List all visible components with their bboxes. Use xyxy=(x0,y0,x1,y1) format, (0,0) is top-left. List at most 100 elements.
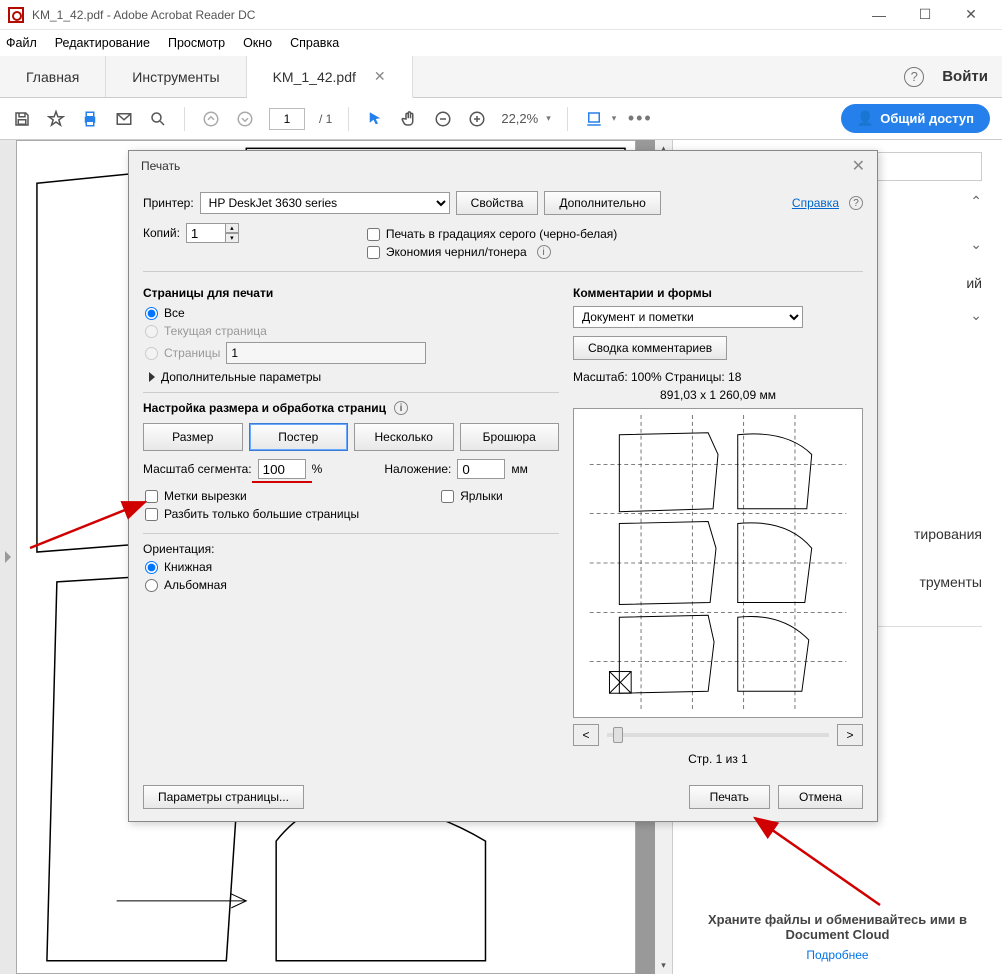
share-button[interactable]: 👤 Общий доступ xyxy=(841,104,990,133)
comments-select[interactable]: Документ и пометки xyxy=(573,306,803,328)
portrait-radio[interactable] xyxy=(145,561,158,574)
zoom-in-icon[interactable] xyxy=(467,109,487,129)
star-icon[interactable] xyxy=(46,109,66,129)
grayscale-checkbox[interactable] xyxy=(367,228,380,241)
pages-all-radio[interactable] xyxy=(145,307,158,320)
collapse-up-icon[interactable]: ⌃ xyxy=(970,193,982,210)
help-icon[interactable]: ? xyxy=(849,196,863,210)
menu-window[interactable]: Окно xyxy=(243,36,272,50)
cancel-button[interactable]: Отмена xyxy=(778,785,863,809)
labels-checkbox[interactable] xyxy=(441,490,454,503)
scale-info-label: Масштаб: 100% Страницы: 18 xyxy=(573,370,863,384)
menu-view[interactable]: Просмотр xyxy=(168,36,225,50)
cut-marks-checkbox[interactable] xyxy=(145,490,158,503)
preview-page-label: Стр. 1 из 1 xyxy=(573,752,863,766)
sizing-help-icon[interactable]: i xyxy=(394,401,408,415)
pages-range-input[interactable] xyxy=(226,342,426,364)
page-number-input[interactable] xyxy=(269,108,305,130)
hand-icon[interactable] xyxy=(399,109,419,129)
tab-tools[interactable]: Инструменты xyxy=(106,56,246,97)
dialog-titlebar: Печать ✕ xyxy=(129,151,877,181)
copies-down[interactable]: ▾ xyxy=(225,233,239,243)
printer-label: Принтер: xyxy=(143,196,194,210)
pointer-icon[interactable] xyxy=(365,109,385,129)
scroll-down-icon[interactable]: ▾ xyxy=(655,957,672,974)
menu-edit[interactable]: Редактирование xyxy=(55,36,150,50)
search-icon[interactable] xyxy=(148,109,168,129)
page-setup-button[interactable]: Параметры страницы... xyxy=(143,785,304,809)
comments-group-title: Комментарии и формы xyxy=(573,286,863,300)
landscape-radio[interactable] xyxy=(145,579,158,592)
preview-prev-button[interactable]: < xyxy=(573,724,599,746)
grayscale-label: Печать в градациях серого (черно-белая) xyxy=(386,227,617,241)
overlap-label: Наложение: xyxy=(384,462,451,476)
menu-file[interactable]: Файл xyxy=(6,36,37,50)
summary-button[interactable]: Сводка комментариев xyxy=(573,336,727,360)
save-icon[interactable] xyxy=(12,109,32,129)
share-user-icon: 👤 xyxy=(857,110,874,127)
app-icon xyxy=(8,7,24,23)
triangle-right-icon xyxy=(149,372,155,382)
properties-button[interactable]: Свойства xyxy=(456,191,539,215)
close-tab-icon[interactable]: ✕ xyxy=(374,68,386,85)
help-link[interactable]: Справка xyxy=(792,196,839,210)
dialog-close-icon[interactable]: ✕ xyxy=(852,156,865,176)
save-ink-label: Экономия чернил/тонера xyxy=(386,245,527,259)
fit-width-icon[interactable] xyxy=(584,109,604,129)
preview-slider[interactable] xyxy=(607,733,829,737)
chevron-down-icon[interactable]: ⌄ xyxy=(970,307,982,324)
close-button[interactable]: ✕ xyxy=(948,0,994,30)
poster-button[interactable]: Постер xyxy=(249,423,349,451)
size-button[interactable]: Размер xyxy=(143,423,243,451)
minimize-button[interactable]: — xyxy=(856,0,902,30)
tab-document[interactable]: KM_1_42.pdf ✕ xyxy=(247,56,413,98)
window-title: KM_1_42.pdf - Adobe Acrobat Reader DC xyxy=(32,8,255,22)
signin-button[interactable]: Войти xyxy=(942,68,988,85)
zoom-out-icon[interactable] xyxy=(433,109,453,129)
save-ink-help-icon[interactable]: i xyxy=(537,245,551,259)
collapse-down-icon[interactable]: ⌄ xyxy=(970,236,982,253)
segment-scale-label: Масштаб сегмента: xyxy=(143,462,252,476)
print-button[interactable]: Печать xyxy=(689,785,770,809)
page-down-icon[interactable] xyxy=(235,109,255,129)
booklet-button[interactable]: Брошюра xyxy=(460,423,560,451)
print-preview xyxy=(573,408,863,718)
tabbar: Главная Инструменты KM_1_42.pdf ✕ ? Войт… xyxy=(0,56,1002,98)
maximize-button[interactable]: ☐ xyxy=(902,0,948,30)
orientation-label: Ориентация: xyxy=(143,542,559,556)
pages-group-title: Страницы для печати xyxy=(143,286,559,300)
fit-dropdown-icon[interactable]: ▾ xyxy=(612,113,617,124)
window-titlebar: KM_1_42.pdf - Adobe Acrobat Reader DC — … xyxy=(0,0,1002,30)
zoom-level-label[interactable]: 22,2% xyxy=(501,111,538,126)
copies-up[interactable]: ▴ xyxy=(225,223,239,233)
copies-input[interactable] xyxy=(186,223,226,243)
sizing-group-title: Настройка размера и обработка страниц xyxy=(143,401,386,415)
segment-scale-input[interactable] xyxy=(258,459,306,479)
menu-help[interactable]: Справка xyxy=(290,36,339,50)
cloud-learn-more-link[interactable]: Подробнее xyxy=(693,948,982,962)
advanced-button[interactable]: Дополнительно xyxy=(544,191,660,215)
zoom-dropdown-icon[interactable]: ▾ xyxy=(546,113,551,124)
more-icon[interactable]: ••• xyxy=(630,109,650,129)
left-panel-toggle[interactable] xyxy=(0,140,16,974)
tab-home[interactable]: Главная xyxy=(0,56,106,97)
pages-current-radio xyxy=(145,325,158,338)
more-options-expand[interactable]: Дополнительные параметры xyxy=(149,370,559,384)
cloud-promo-text: Храните файлы и обменивайтесь ими в Docu… xyxy=(693,912,982,942)
toolbar: / 1 22,2% ▾ ▾ ••• 👤 Общий доступ xyxy=(0,98,1002,140)
overlap-input[interactable] xyxy=(457,459,505,479)
large-only-checkbox[interactable] xyxy=(145,508,158,521)
preview-next-button[interactable]: > xyxy=(837,724,863,746)
page-total-label: / 1 xyxy=(319,112,332,126)
multiple-button[interactable]: Несколько xyxy=(354,423,454,451)
mail-icon[interactable] xyxy=(114,109,134,129)
print-icon[interactable] xyxy=(80,109,100,129)
help-icon[interactable]: ? xyxy=(904,67,924,87)
menubar: Файл Редактирование Просмотр Окно Справк… xyxy=(0,30,1002,56)
page-up-icon[interactable] xyxy=(201,109,221,129)
print-dialog: Печать ✕ Принтер: HP DeskJet 3630 series… xyxy=(128,150,878,822)
printer-select[interactable]: HP DeskJet 3630 series xyxy=(200,192,450,214)
pages-range-radio xyxy=(145,347,158,360)
copies-label: Копий: xyxy=(143,226,180,240)
save-ink-checkbox[interactable] xyxy=(367,246,380,259)
